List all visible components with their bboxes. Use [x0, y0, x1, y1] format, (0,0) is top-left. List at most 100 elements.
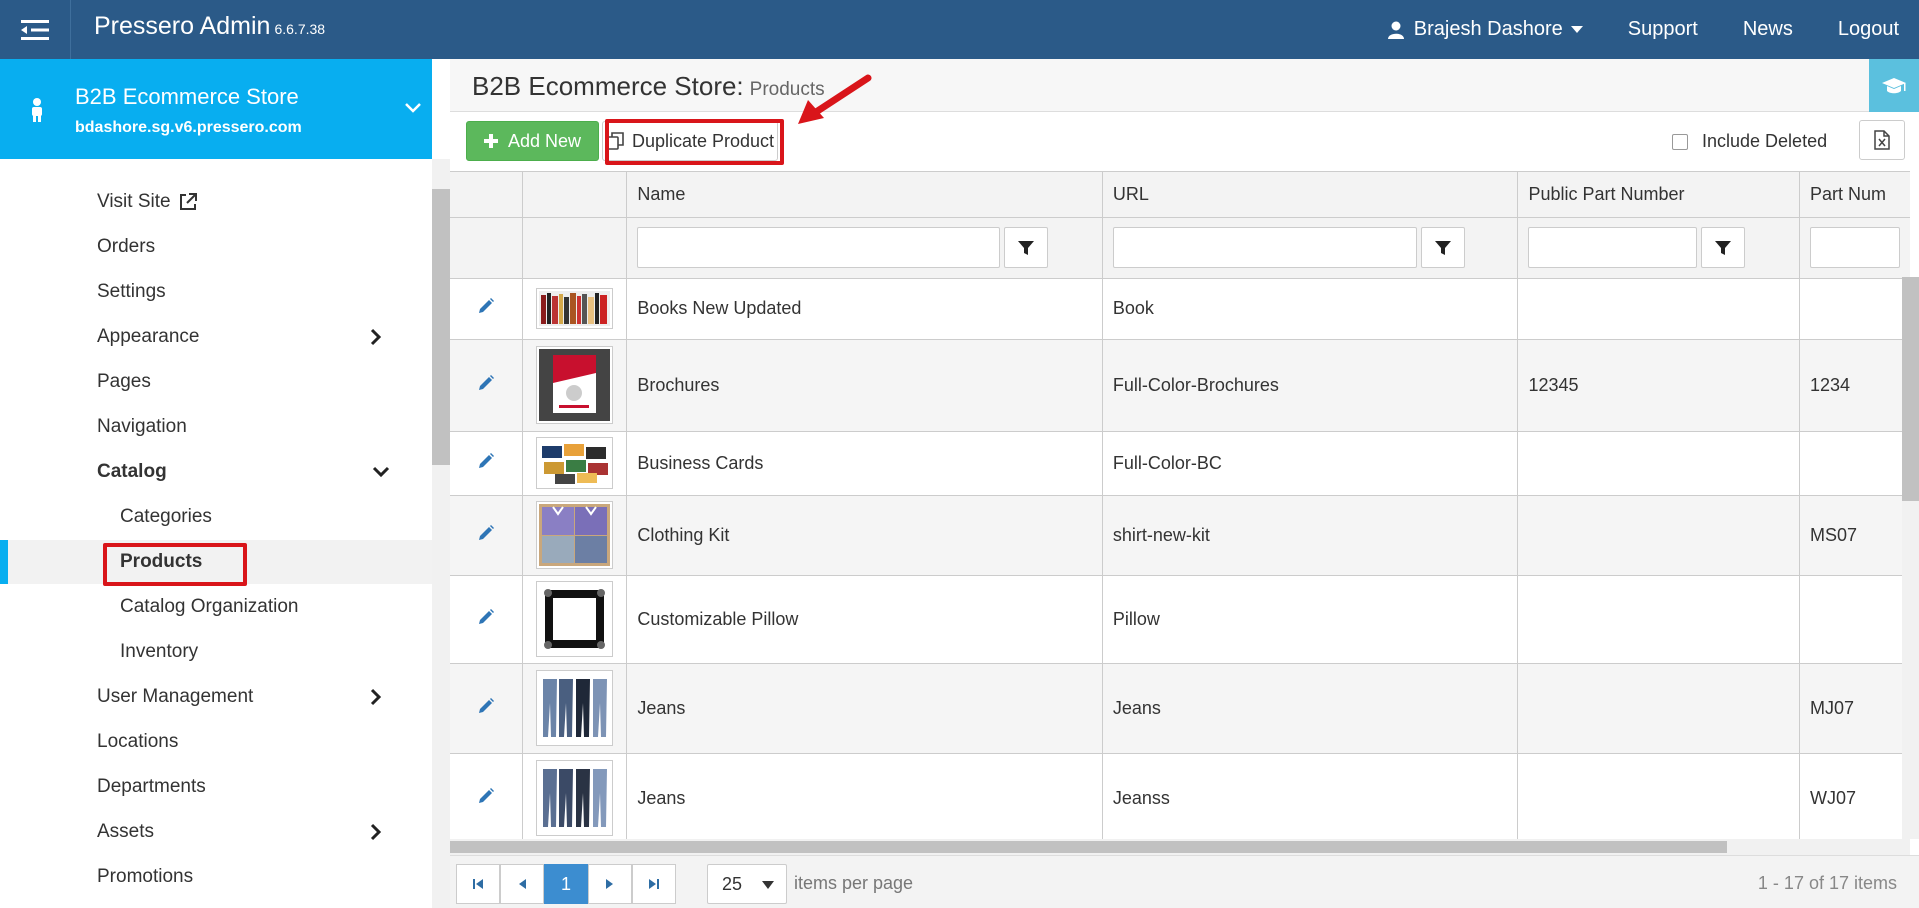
- column-header-edit: [450, 172, 523, 218]
- logout-link[interactable]: Logout: [1838, 18, 1899, 41]
- sidebar-item-locations[interactable]: Locations: [0, 720, 432, 764]
- pencil-icon[interactable]: [477, 787, 495, 805]
- store-selector[interactable]: B2B Ecommerce Store bdashore.sg.v6.press…: [0, 59, 432, 159]
- main-content: B2B Ecommerce Store: Products Add New Dup…: [450, 59, 1919, 908]
- product-thumbnail[interactable]: [536, 346, 614, 424]
- sidebar-item-settings[interactable]: Settings: [0, 270, 432, 314]
- name-cell: Clothing Kit: [626, 495, 1103, 576]
- public-part-cell: [1517, 753, 1800, 839]
- page-size-select[interactable]: 25: [707, 864, 787, 904]
- sidebar-item-orders[interactable]: Orders: [0, 225, 432, 269]
- app-title: Pressero Admin 6.6.7.38: [94, 12, 326, 40]
- sidebar-item-departments[interactable]: Departments: [0, 765, 432, 809]
- column-header-public-part-number[interactable]: Public Part Number: [1517, 172, 1800, 218]
- table-row[interactable]: Jeans Jeans MJ07: [450, 663, 1910, 754]
- support-link[interactable]: Support: [1628, 18, 1698, 41]
- chevron-down-icon[interactable]: [405, 103, 421, 113]
- product-thumbnail[interactable]: [536, 760, 614, 836]
- pencil-icon[interactable]: [477, 452, 495, 470]
- user-name: Brajesh Dashore: [1413, 18, 1563, 40]
- public-part-cell: [1517, 278, 1800, 340]
- edit-cell[interactable]: [450, 663, 523, 754]
- sidebar-item-label: Promotions: [97, 866, 194, 887]
- table-row[interactable]: Customizable Pillow Pillow: [450, 575, 1910, 664]
- sidebar-item-catalog[interactable]: Catalog: [0, 450, 432, 494]
- name-filter-input[interactable]: [637, 227, 1001, 268]
- caret-down-icon: [762, 881, 774, 889]
- books-image: [539, 291, 611, 326]
- edit-cell[interactable]: [450, 431, 523, 496]
- column-header-url[interactable]: URL: [1102, 172, 1519, 218]
- add-new-button[interactable]: Add New: [466, 121, 599, 161]
- sidebar-item-categories[interactable]: Categories: [0, 495, 432, 539]
- filter-cell-url: [1102, 217, 1519, 279]
- sidebar-item-inventory[interactable]: Inventory: [0, 630, 432, 674]
- public-part-filter-input[interactable]: [1528, 227, 1698, 268]
- edit-cell[interactable]: [450, 575, 523, 664]
- part-filter-input[interactable]: [1809, 227, 1900, 268]
- chevron-right-icon: [370, 688, 382, 706]
- next-page-button[interactable]: [588, 864, 632, 904]
- name-filter-button[interactable]: [1004, 227, 1049, 268]
- pencil-icon[interactable]: [477, 374, 495, 392]
- grid-horizontal-scrollbar[interactable]: [450, 839, 1910, 855]
- table-row[interactable]: Books New Updated Book: [450, 278, 1910, 340]
- sidebar-item-navigation[interactable]: Navigation: [0, 405, 432, 449]
- pencil-icon[interactable]: [477, 297, 495, 315]
- product-thumbnail[interactable]: [536, 581, 614, 657]
- export-excel-button[interactable]: [1859, 120, 1905, 160]
- edit-cell[interactable]: [450, 495, 523, 576]
- include-deleted-toggle[interactable]: Include Deleted: [1672, 131, 1827, 152]
- sidebar-item-visit-site[interactable]: Visit Site: [0, 180, 432, 224]
- sidebar-item-user-management[interactable]: User Management: [0, 675, 432, 719]
- grid-vertical-scrollbar[interactable]: [1902, 277, 1919, 839]
- pencil-icon[interactable]: [477, 524, 495, 542]
- table-row[interactable]: Business Cards Full-Color-BC: [450, 431, 1910, 496]
- image-cell: [522, 575, 628, 664]
- url-filter-input[interactable]: [1112, 227, 1417, 268]
- public-part-cell: [1517, 575, 1800, 664]
- sidebar-scrollbar-thumb[interactable]: [432, 189, 450, 465]
- include-deleted-checkbox[interactable]: [1672, 133, 1688, 150]
- edit-cell[interactable]: [450, 278, 523, 340]
- pencil-icon[interactable]: [477, 608, 495, 626]
- sidebar-item-pages[interactable]: Pages: [0, 360, 432, 404]
- filter-icon: [1715, 240, 1732, 255]
- url-cell: Full-Color-Brochures: [1102, 339, 1519, 432]
- url-filter-button[interactable]: [1420, 227, 1465, 268]
- url-cell: Book: [1102, 278, 1519, 340]
- sidebar-item-appearance[interactable]: Appearance: [0, 315, 432, 359]
- help-tab[interactable]: [1869, 59, 1919, 112]
- table-row[interactable]: Jeans Jeanss WJ07: [450, 753, 1910, 839]
- jeans-image: [539, 763, 611, 833]
- prev-page-icon: [519, 879, 526, 889]
- url-cell: Jeans: [1102, 663, 1519, 754]
- page-1-button[interactable]: 1: [544, 864, 588, 904]
- menu-toggle-icon[interactable]: [0, 0, 71, 59]
- last-page-button[interactable]: [632, 864, 676, 904]
- edit-cell[interactable]: [450, 753, 523, 839]
- product-thumbnail[interactable]: [536, 670, 614, 746]
- column-header-name[interactable]: Name: [626, 172, 1103, 218]
- chevron-down-icon: [372, 466, 390, 478]
- sidebar-item-promotions[interactable]: Promotions: [0, 855, 432, 899]
- grid-horizontal-scrollbar-thumb[interactable]: [450, 841, 1727, 853]
- column-header-part-number[interactable]: Part Num: [1799, 172, 1910, 218]
- product-thumbnail[interactable]: [536, 437, 614, 489]
- image-cell: [522, 495, 628, 576]
- first-page-button[interactable]: [456, 864, 500, 904]
- product-thumbnail[interactable]: [536, 501, 614, 569]
- sidebar-item-catalog-organization[interactable]: Catalog Organization: [0, 585, 432, 629]
- sidebar-item-assets[interactable]: Assets: [0, 810, 432, 854]
- pencil-icon[interactable]: [477, 697, 495, 715]
- product-thumbnail[interactable]: [536, 288, 614, 329]
- news-link[interactable]: News: [1743, 18, 1793, 41]
- grid-vertical-scrollbar-thumb[interactable]: [1902, 277, 1919, 501]
- table-row[interactable]: Clothing Kit shirt-new-kit MS07: [450, 495, 1910, 576]
- user-menu[interactable]: Brajesh Dashore: [1387, 18, 1583, 41]
- graduation-cap-icon: [1882, 77, 1906, 93]
- edit-cell[interactable]: [450, 339, 523, 432]
- prev-page-button[interactable]: [500, 864, 544, 904]
- table-row[interactable]: Brochures Full-Color-Brochures 12345 123…: [450, 339, 1910, 432]
- public-part-filter-button[interactable]: [1701, 227, 1746, 268]
